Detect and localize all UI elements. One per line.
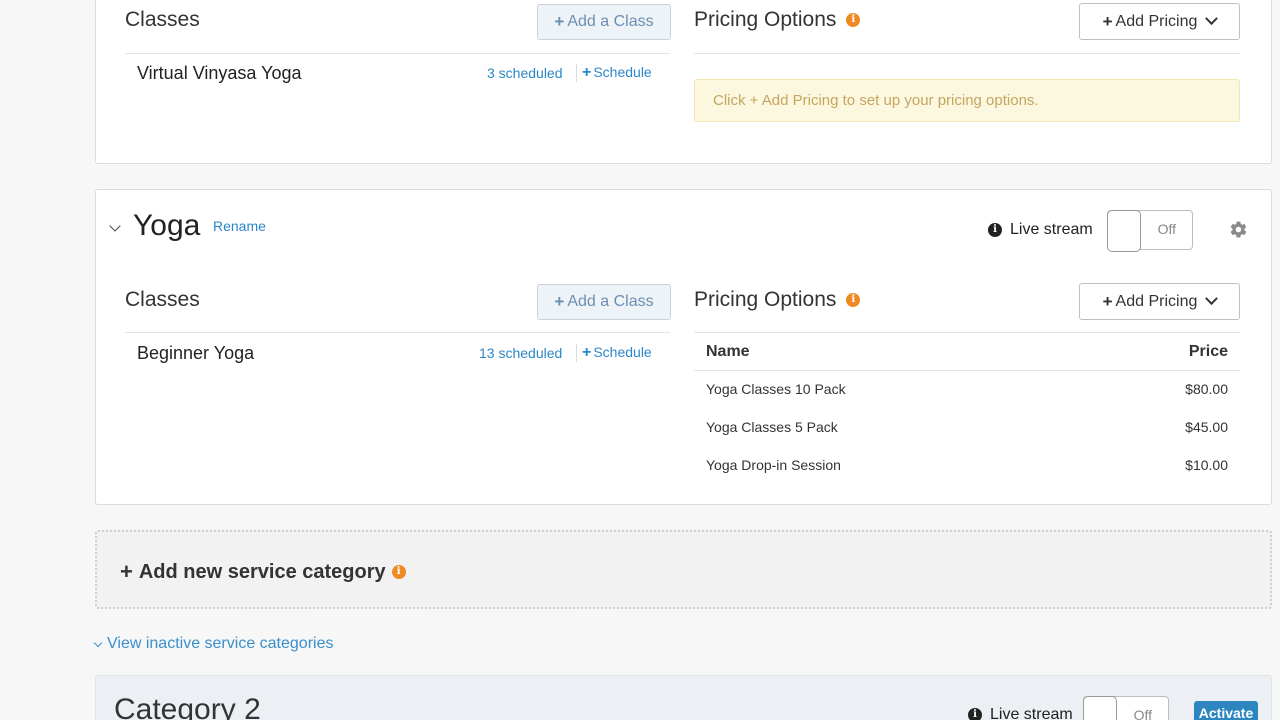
info-icon[interactable]: i bbox=[846, 13, 861, 28]
category-title: Yoga bbox=[133, 209, 201, 242]
schedule-label: Schedule bbox=[593, 64, 652, 80]
pricing-divider bbox=[694, 53, 1240, 54]
pricing-notice: Click + Add Pricing to set up your prici… bbox=[694, 79, 1240, 122]
category-title: Category 2 bbox=[114, 693, 261, 720]
scheduled-count-link[interactable]: 3 scheduled bbox=[487, 65, 563, 81]
pricing-name: Yoga Classes 5 Pack bbox=[706, 419, 838, 435]
add-service-category-label: Add new service category bbox=[138, 560, 386, 583]
add-service-category-button[interactable]: + Add new service category i bbox=[120, 559, 406, 585]
view-inactive-label: View inactive service categories bbox=[107, 635, 334, 652]
pricing-price: $80.00 bbox=[1185, 381, 1228, 397]
pricing-name: Yoga Classes 10 Pack bbox=[706, 381, 846, 397]
live-stream-toggle[interactable]: Off bbox=[1083, 696, 1169, 720]
live-stream-text: Live stream bbox=[1010, 221, 1093, 238]
table-header-name: Name bbox=[706, 343, 750, 360]
add-pricing-button[interactable]: + Add Pricing bbox=[1079, 3, 1240, 40]
pricing-price: $45.00 bbox=[1185, 419, 1228, 435]
toggle-state: Off bbox=[1157, 221, 1176, 237]
activate-button[interactable]: Activate bbox=[1194, 701, 1258, 720]
info-icon[interactable]: i bbox=[391, 565, 406, 579]
service-category-card-yoga bbox=[95, 189, 1272, 505]
add-class-button[interactable]: + Add a Class bbox=[537, 284, 671, 320]
schedule-link[interactable]: + Schedule bbox=[582, 64, 652, 82]
toggle-state: Off bbox=[1133, 707, 1152, 720]
info-icon[interactable]: i bbox=[846, 293, 861, 308]
plus-icon: + bbox=[120, 559, 133, 584]
add-class-label: Add a Class bbox=[567, 293, 654, 310]
pricing-options-title: Pricing Options i bbox=[694, 8, 861, 32]
scheduled-count-link[interactable]: 13 scheduled bbox=[479, 345, 562, 361]
add-pricing-label: Add Pricing bbox=[1115, 12, 1198, 30]
chevron-down-icon bbox=[1205, 12, 1219, 26]
classes-divider bbox=[125, 53, 670, 54]
toggle-knob bbox=[1083, 696, 1117, 720]
live-stream-toggle[interactable]: Off bbox=[1107, 210, 1193, 252]
info-icon[interactable]: i bbox=[968, 708, 982, 720]
plus-icon: + bbox=[1102, 291, 1113, 311]
info-icon[interactable]: i bbox=[988, 223, 1002, 237]
live-stream-text: Live stream bbox=[990, 706, 1073, 720]
plus-icon: + bbox=[554, 292, 565, 311]
live-stream-label: i Live stream bbox=[968, 706, 1073, 720]
chevron-down-icon bbox=[1205, 292, 1219, 306]
gear-icon[interactable] bbox=[1229, 220, 1248, 239]
pricing-options-label: Pricing Options bbox=[694, 288, 837, 311]
add-pricing-label: Add Pricing bbox=[1115, 292, 1198, 310]
add-class-button[interactable]: + Add a Class bbox=[537, 4, 671, 40]
pricing-name: Yoga Drop-in Session bbox=[706, 457, 841, 473]
live-stream-label: i Live stream bbox=[988, 221, 1093, 239]
separator bbox=[576, 64, 577, 82]
plus-icon: + bbox=[1102, 11, 1113, 31]
separator bbox=[576, 344, 577, 362]
class-name: Beginner Yoga bbox=[137, 343, 255, 363]
classes-title: Classes bbox=[125, 8, 200, 31]
toggle-knob bbox=[1107, 210, 1141, 252]
table-header-divider bbox=[694, 370, 1240, 371]
classes-divider bbox=[125, 332, 670, 333]
chevron-down-icon bbox=[93, 638, 103, 647]
plus-icon: + bbox=[582, 64, 592, 81]
pricing-divider bbox=[694, 332, 1240, 333]
table-header-price: Price bbox=[1188, 343, 1228, 360]
view-inactive-categories-link[interactable]: View inactive service categories bbox=[93, 635, 334, 653]
pricing-options-label: Pricing Options bbox=[694, 8, 837, 31]
plus-icon: + bbox=[582, 344, 592, 361]
plus-icon: + bbox=[554, 12, 565, 31]
classes-title: Classes bbox=[125, 288, 200, 311]
pricing-price: $10.00 bbox=[1185, 457, 1228, 473]
add-class-label: Add a Class bbox=[567, 13, 654, 30]
add-pricing-button[interactable]: + Add Pricing bbox=[1079, 283, 1240, 320]
rename-link[interactable]: Rename bbox=[213, 218, 266, 234]
class-name: Virtual Vinyasa Yoga bbox=[137, 63, 302, 83]
pricing-options-title: Pricing Options i bbox=[694, 288, 861, 312]
schedule-link[interactable]: + Schedule bbox=[582, 344, 652, 362]
add-service-category-box[interactable]: + Add new service category i bbox=[95, 530, 1272, 609]
schedule-label: Schedule bbox=[593, 344, 652, 360]
